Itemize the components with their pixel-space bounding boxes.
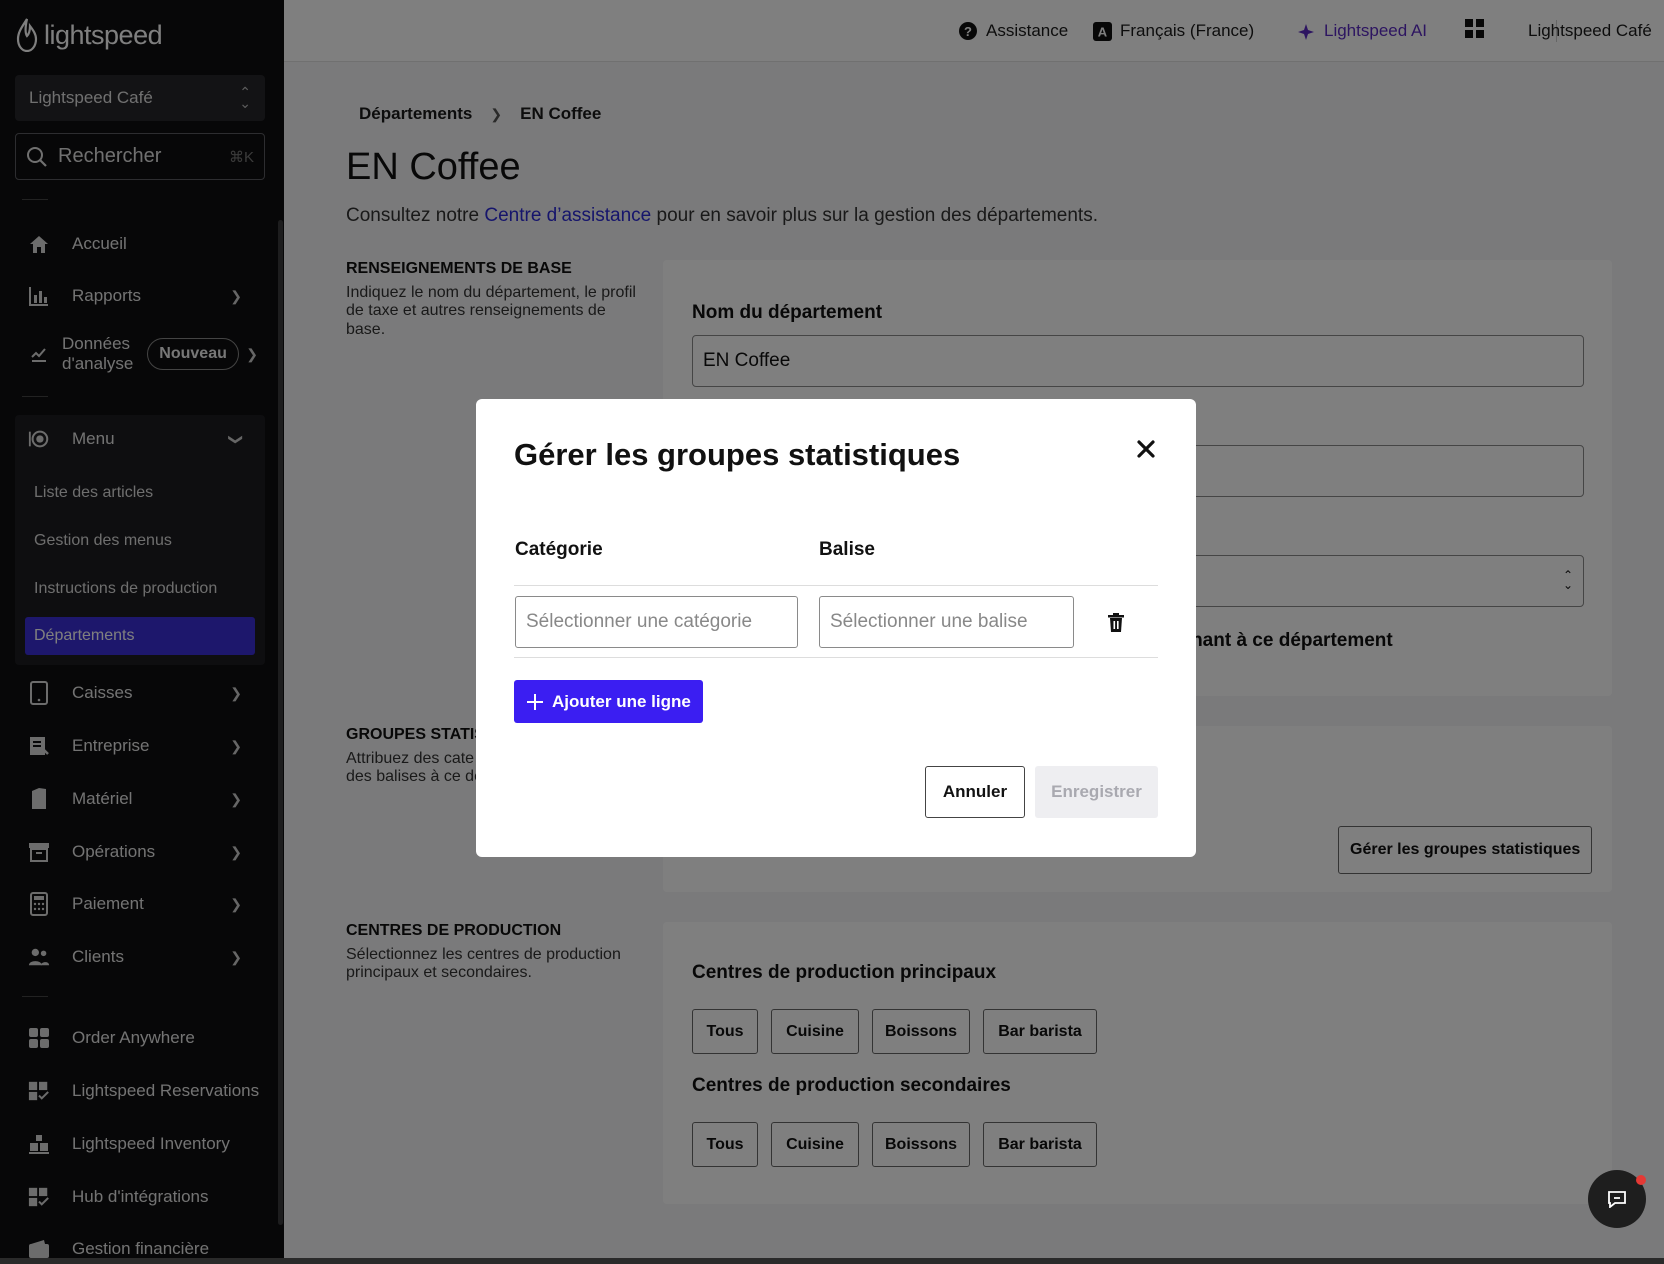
chat-icon xyxy=(1608,1191,1626,1208)
column-header-category: Catégorie xyxy=(515,539,603,560)
category-select[interactable]: Sélectionner une catégorie xyxy=(515,596,798,648)
trash-icon[interactable] xyxy=(1106,610,1126,634)
tag-select[interactable]: Sélectionner une balise xyxy=(819,596,1074,648)
close-icon[interactable] xyxy=(1132,435,1160,463)
column-header-tag: Balise xyxy=(819,539,875,560)
category-placeholder: Sélectionner une catégorie xyxy=(526,611,753,632)
notification-dot xyxy=(1636,1175,1646,1185)
tag-placeholder: Sélectionner une balise xyxy=(830,611,1028,632)
dialog-title: Gérer les groupes statistiques xyxy=(514,437,961,472)
manage-stats-groups-dialog: Gérer les groupes statistiques Catégorie… xyxy=(476,399,1196,857)
plus-icon xyxy=(526,693,544,711)
divider xyxy=(514,585,1158,586)
cancel-button[interactable]: Annuler xyxy=(925,766,1025,818)
add-row-label: Ajouter une ligne xyxy=(552,691,691,711)
save-button[interactable]: Enregistrer xyxy=(1035,766,1158,818)
bottom-scrollbar xyxy=(0,1258,1664,1264)
add-row-button[interactable]: Ajouter une ligne xyxy=(514,680,703,723)
divider xyxy=(514,657,1158,658)
